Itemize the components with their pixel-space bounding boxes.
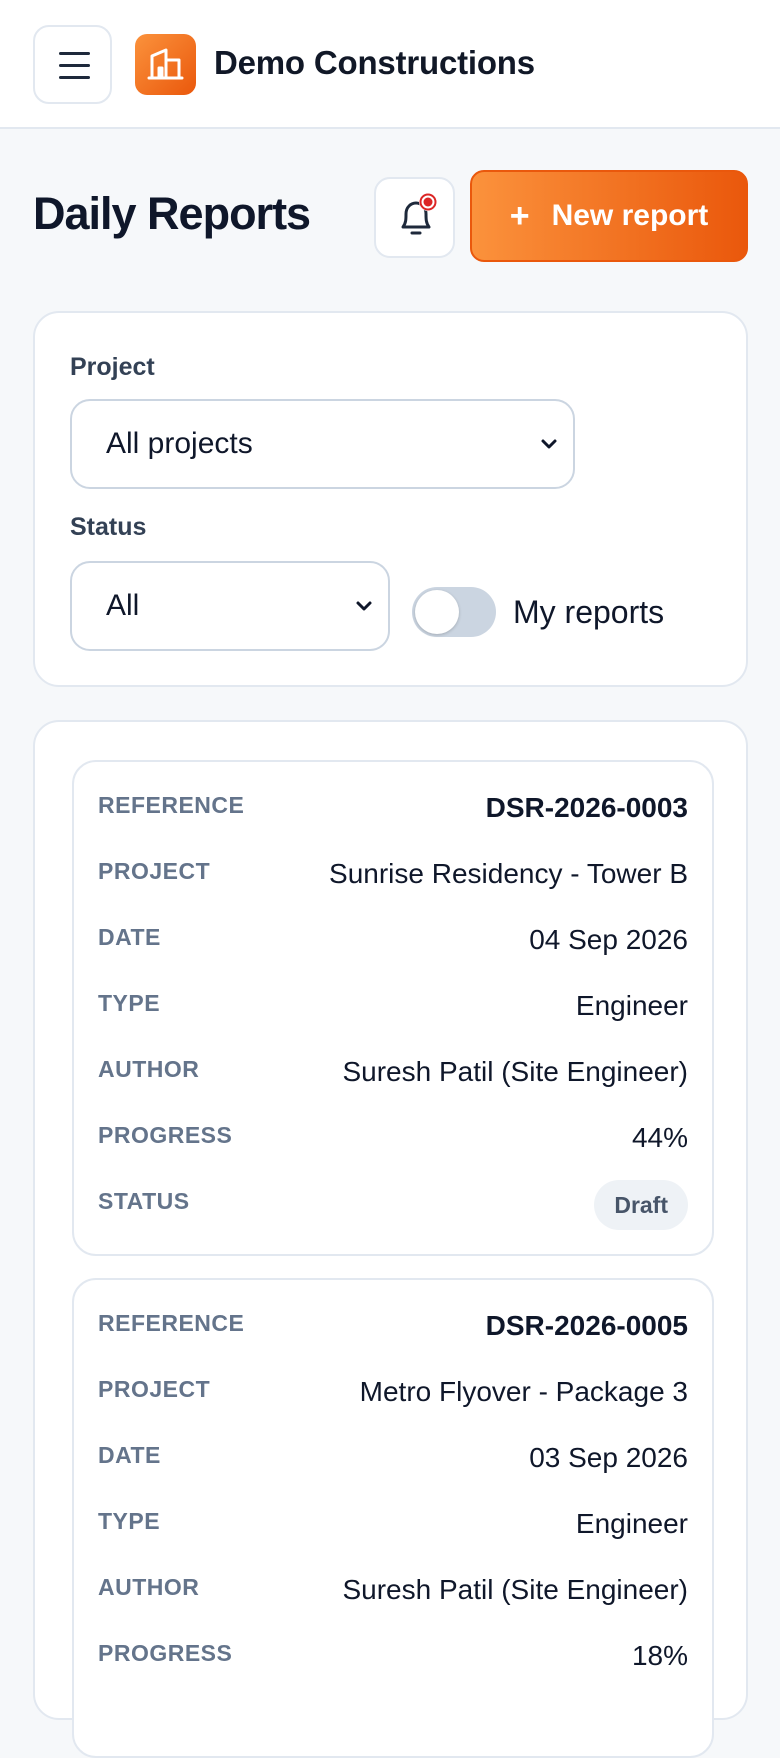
field-label: PROJECT (98, 858, 211, 884)
reference-value: DSR-2026-0005 (485, 1310, 688, 1341)
report-card[interactable]: REFERENCE DSR-2026-0003 PROJECT Sunrise … (72, 760, 714, 1256)
project-filter-label: Project (70, 353, 155, 381)
author-row: AUTHOR Suresh Patil (Site Engineer) (74, 1056, 712, 1096)
new-report-button[interactable]: + New report (470, 170, 748, 262)
date-value: 04 Sep 2026 (529, 924, 688, 955)
field-label: PROGRESS (98, 1122, 233, 1148)
chevron-down-icon (356, 601, 372, 611)
type-row: TYPE Engineer (74, 1508, 712, 1548)
field-label: AUTHOR (98, 1574, 200, 1600)
filter-panel: Project All projects Status All My repor… (33, 311, 748, 687)
date-row: DATE 03 Sep 2026 (74, 1442, 712, 1482)
field-label: DATE (98, 1442, 161, 1468)
report-card[interactable]: REFERENCE DSR-2026-0005 PROJECT Metro Fl… (72, 1278, 714, 1758)
project-row: PROJECT Metro Flyover - Package 3 (74, 1376, 712, 1416)
brand-name: Demo Constructions (214, 44, 535, 81)
building-icon (135, 34, 196, 95)
type-value: Engineer (575, 1508, 688, 1539)
progress-row: PROGRESS 18% (74, 1640, 712, 1680)
date-value: 03 Sep 2026 (529, 1442, 688, 1473)
progress-row: PROGRESS 44% (74, 1122, 712, 1162)
my-reports-toggle[interactable] (412, 587, 496, 637)
author-row: AUTHOR Suresh Patil (Site Engineer) (74, 1574, 712, 1614)
type-row: TYPE Engineer (74, 990, 712, 1030)
bell-icon (401, 193, 437, 235)
project-select[interactable]: All projects (70, 399, 575, 489)
field-label: DATE (98, 924, 161, 950)
chevron-down-icon (541, 439, 557, 449)
new-report-label: New report (551, 199, 709, 232)
reference-row: REFERENCE DSR-2026-0003 (74, 792, 712, 832)
progress-value: 44% (631, 1122, 688, 1153)
field-label: PROGRESS (98, 1640, 233, 1666)
date-row: DATE 04 Sep 2026 (74, 924, 712, 964)
field-label: STATUS (98, 1188, 190, 1214)
project-select-value: All projects (106, 427, 253, 460)
type-value: Engineer (575, 990, 688, 1021)
status-row: STATUS Draft (74, 1180, 712, 1230)
status-filter-label: Status (70, 513, 147, 541)
reference-row: REFERENCE DSR-2026-0005 (74, 1310, 712, 1350)
author-value: Suresh Patil (Site Engineer) (342, 1574, 688, 1605)
field-label: REFERENCE (98, 1310, 245, 1336)
top-bar: Demo Constructions (0, 0, 780, 129)
reference-value: DSR-2026-0003 (485, 792, 688, 823)
status-badge: Draft (594, 1180, 688, 1230)
reports-list: REFERENCE DSR-2026-0003 PROJECT Sunrise … (33, 720, 748, 1758)
field-label: AUTHOR (98, 1056, 200, 1082)
toggle-knob (415, 590, 459, 634)
my-reports-label: My reports (513, 594, 665, 630)
status-select-value: All (106, 589, 140, 622)
author-value: Suresh Patil (Site Engineer) (342, 1056, 688, 1087)
page-title: Daily Reports (33, 188, 311, 239)
project-row: PROJECT Sunrise Residency - Tower B (74, 858, 712, 898)
notifications-button[interactable] (374, 177, 455, 258)
menu-icon-line (59, 64, 90, 67)
plus-icon: + (509, 196, 530, 235)
menu-icon-line (59, 76, 90, 79)
field-label: PROJECT (98, 1376, 211, 1402)
project-value: Sunrise Residency - Tower B (329, 858, 688, 889)
menu-icon-line (59, 52, 90, 55)
project-value: Metro Flyover - Package 3 (359, 1376, 688, 1407)
menu-button[interactable] (33, 25, 112, 104)
field-label: TYPE (98, 990, 161, 1016)
progress-value: 18% (631, 1640, 688, 1671)
field-label: REFERENCE (98, 792, 245, 818)
status-select[interactable]: All (70, 561, 390, 651)
field-label: TYPE (98, 1508, 161, 1534)
